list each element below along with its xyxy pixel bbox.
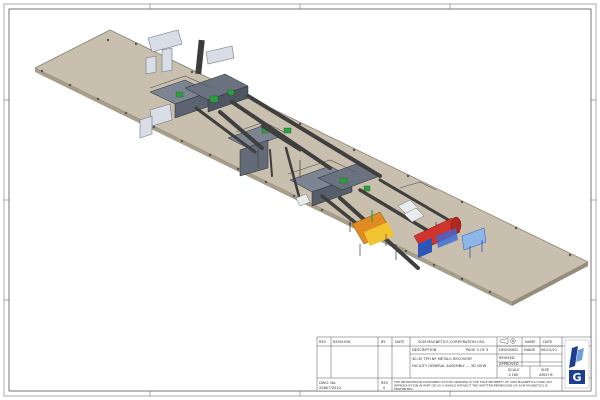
designed-label: DESIGNED	[499, 348, 518, 352]
scale-label: SCALE	[508, 368, 520, 372]
rev-header: REV	[319, 340, 327, 344]
approved-label: APPROVED	[499, 362, 519, 366]
size-value: ARCH B	[539, 373, 553, 377]
date-header: DATE	[395, 340, 405, 344]
feed-chute	[195, 39, 205, 75]
revised-label: REVISED	[499, 356, 515, 360]
logo-letter: G	[572, 371, 581, 384]
page-number: PAGE 3 OF 3	[466, 348, 488, 352]
scale-value: 1:160	[508, 373, 519, 377]
name-header: NAME	[525, 340, 536, 344]
dwg-label: DWG. No.	[319, 381, 336, 385]
designed-name: NAIDE	[524, 348, 536, 352]
description-label: DESCRIPTION	[412, 348, 437, 352]
date-col-header: DATE	[543, 340, 553, 344]
notice-line-3: PROHIBITED.	[394, 387, 413, 391]
drawing-sheet: REV REVISION BY DATE SGM MAGNETICS CORPO…	[3, 3, 597, 397]
rev-label: REV	[381, 381, 389, 385]
dwg-value: 20807/0010	[319, 386, 342, 390]
facility-text: FACILITY GENERAL ASSEMBLY — 3D VIEW	[412, 364, 487, 368]
size-label: SIZE	[541, 368, 550, 372]
designed-date: 06/10/21	[541, 348, 557, 352]
plant-isometric-view	[34, 29, 589, 306]
notice-line-2: REPRODUCTION IN PART OR AS A WHOLE WITHO…	[394, 384, 548, 388]
company-name: SGM MAGNETICS CORPORATION USA	[418, 340, 485, 344]
company-logo: G	[564, 339, 590, 389]
revision-header: REVISION	[333, 340, 350, 344]
description-text: 30-35 TPH NF METALS RECOVERY	[412, 357, 473, 361]
floor-slab-edge-front	[35, 68, 512, 306]
